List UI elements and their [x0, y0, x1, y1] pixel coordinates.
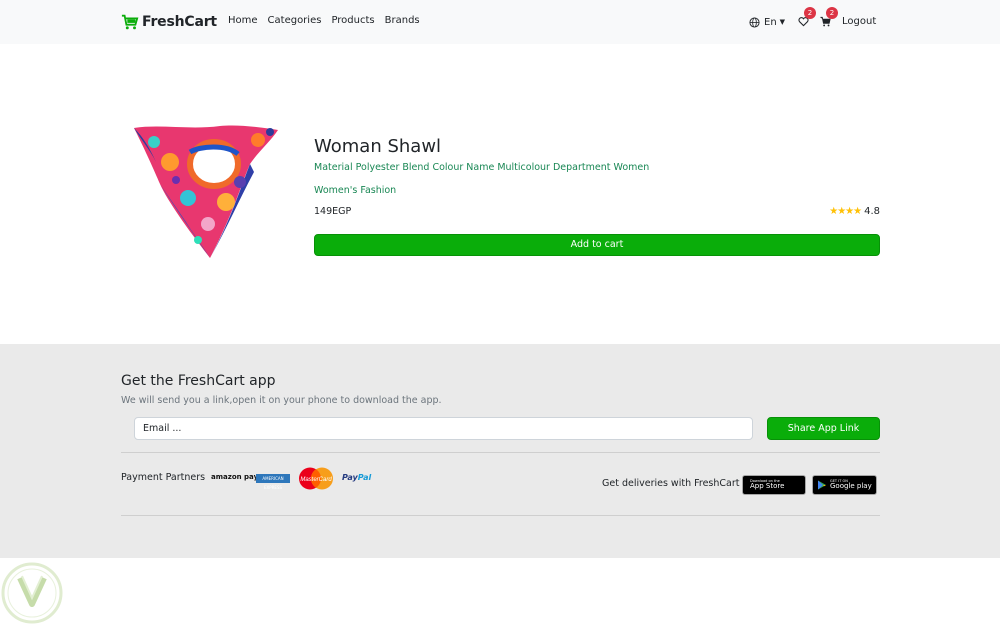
app-store-button[interactable]: Download on the App Store — [742, 475, 806, 495]
language-dropdown[interactable]: En ▼ — [749, 12, 785, 32]
logout-link[interactable]: Logout — [842, 16, 876, 27]
navbar: FreshCart Home Categories Products Brand… — [0, 0, 1000, 44]
app-store-big-text: App Store — [750, 482, 785, 491]
play-icon — [818, 480, 826, 490]
mastercard-text: MasterCard — [300, 477, 332, 483]
product-category: Women's Fashion — [314, 185, 397, 196]
footer-title: Get the FreshCart app — [121, 373, 276, 389]
product-title: Woman Shawl — [314, 136, 442, 157]
google-play-button[interactable]: GET IT ON Google play — [812, 475, 877, 495]
amazon-pay-logo: amazon pay — [211, 473, 259, 481]
wishlist-count-badge: 2 — [804, 7, 816, 19]
paypal-text-pay: Pay — [342, 473, 358, 482]
nav-link-products[interactable]: Products — [331, 15, 374, 26]
mastercard-logo: MasterCard — [299, 467, 333, 490]
payment-partners-label: Payment Partners — [121, 472, 206, 483]
email-input[interactable] — [134, 417, 753, 440]
caret-down-icon: ▼ — [779, 18, 786, 26]
wishlist-button[interactable]: 2 — [798, 7, 816, 29]
star-icons: ★★★★ — [829, 206, 862, 217]
deliveries-label: Get deliveries with FreshCart — [602, 478, 740, 489]
cart-count-badge: 2 — [826, 7, 838, 19]
footer: Get the FreshCart app We will send you a… — [0, 344, 1000, 558]
language-label: En — [764, 16, 777, 28]
nav-link-brands[interactable]: Brands — [385, 15, 420, 26]
add-to-cart-button[interactable]: Add to cart — [314, 234, 880, 256]
nav-link-home[interactable]: Home — [228, 15, 258, 26]
share-app-link-button[interactable]: Share App Link — [767, 417, 880, 440]
rating-value: 4.8 — [864, 206, 880, 217]
cart-button[interactable]: 2 — [820, 7, 838, 29]
american-express-logo: AMERICAN EXPRESS — [256, 474, 290, 490]
brand-name: FreshCart — [142, 14, 217, 30]
footer-divider-bottom — [121, 515, 880, 516]
paypal-text-pal: Pal — [357, 473, 372, 482]
watermark-logo — [1, 562, 63, 624]
footer-divider-top — [121, 452, 880, 453]
brand-logo[interactable]: FreshCart — [121, 12, 217, 32]
paypal-logo: PayPal — [342, 473, 371, 482]
product-price: 149EGP — [314, 206, 352, 217]
nav-links: Home Categories Products Brands — [228, 15, 430, 26]
product-image — [134, 125, 278, 258]
footer-subtitle: We will send you a link,open it on your … — [121, 395, 442, 406]
nav-link-categories[interactable]: Categories — [268, 15, 322, 26]
product-description: Material Polyester Blend Colour Name Mul… — [314, 162, 650, 173]
cart-logo-icon — [121, 14, 139, 30]
product-rating: ★★★★ 4.8 — [829, 206, 880, 217]
globe-icon — [749, 16, 760, 28]
google-play-big-text: Google play — [830, 482, 872, 491]
